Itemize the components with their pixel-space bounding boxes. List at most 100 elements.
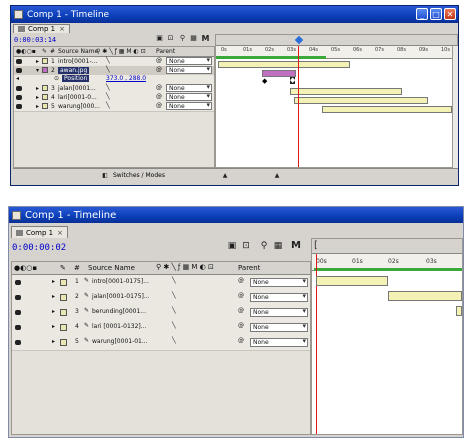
visibility-eye-icon[interactable] [16,59,22,64]
time-navigator-start-bracket[interactable]: [ [314,240,318,251]
expand-triangle-icon[interactable]: ▸ [36,94,39,101]
label-color-swatch[interactable] [42,85,48,91]
layer-name[interactable]: berunding[0001... [92,308,146,315]
frame-blend-icon[interactable]: ▦ [273,242,283,251]
expand-triangle-icon[interactable]: ▸ [36,58,39,65]
visibility-eye-icon[interactable] [15,295,21,300]
label-color-swatch[interactable] [60,294,67,301]
tab-close-icon[interactable]: × [59,25,65,33]
frame-blend-icon[interactable]: ▦ [189,34,198,43]
quality-icon[interactable]: ╲ [172,277,176,284]
current-time-display[interactable]: 0:00:03:14 [14,36,56,44]
expand-triangle-icon[interactable]: ▸ [36,85,39,92]
parent-dropdown[interactable]: None [250,307,308,317]
parent-dropdown[interactable]: None [166,101,212,110]
tab-comp-1[interactable]: Comp 1 × [13,24,70,33]
zoom-out-icon[interactable]: ▲ [221,171,229,180]
time-navigator[interactable] [312,239,462,254]
quality-icon[interactable]: ╲ [172,322,176,329]
visibility-eye-icon[interactable] [15,310,21,315]
layer-bar-2[interactable] [388,291,462,301]
layer-name[interactable]: intro[0001-... [58,58,97,65]
parent-dropdown[interactable]: None [166,65,212,74]
comp-marker-icon[interactable]: ▣ [155,34,164,43]
parent-dropdown[interactable]: None [166,83,212,92]
property-value[interactable]: 373.0 , 288.0 [106,75,146,82]
expand-triangle-icon[interactable]: ▸ [52,293,55,300]
expand-triangle-icon[interactable]: ▸ [36,103,39,110]
minimize-button[interactable]: _ [416,8,428,20]
layer-name[interactable]: lari[0001-0... [58,94,97,101]
keyframe-navigator-icon[interactable]: ◂ [16,75,19,82]
pickwhip-icon[interactable]: @ [238,292,244,299]
layer-name[interactable]: intro[0001-0175]... [92,278,149,285]
label-color-swatch[interactable] [42,103,48,109]
shy-icon[interactable]: ⚲ [178,34,187,43]
keyframe-marker-current[interactable]: ◆ [290,77,296,84]
vertical-scrollbar[interactable] [452,46,458,168]
parent-dropdown[interactable]: None [250,277,308,287]
quality-icon[interactable]: ╲ [106,66,110,73]
layer-row-5[interactable]: ▸ 5 ✎ warung[0001-01... ╲ @ None [12,335,310,351]
layer-row-3[interactable]: ▸ 3 ✎ berunding[0001... ╲ @ None [12,305,310,321]
expand-triangle-icon[interactable]: ▸ [52,323,55,330]
quality-icon[interactable]: ╲ [106,84,110,91]
header-source-name[interactable]: Source Name [58,48,98,55]
header-source-name[interactable]: Source Name [88,264,135,272]
layer-row-4[interactable]: ▸ 4 ✎ lari [0001-0132]... ╲ @ None [12,320,310,336]
visibility-eye-icon[interactable] [16,68,22,73]
layer-bar-4[interactable] [294,97,428,104]
layer-row-2[interactable]: ▸ 2 ✎ jalan[0001-0175]... ╲ @ None [12,290,310,306]
time-navigator[interactable] [216,35,457,46]
visibility-eye-icon[interactable] [16,86,22,91]
layer-bar-1[interactable] [316,276,388,286]
pickwhip-icon[interactable]: @ [238,307,244,314]
quality-icon[interactable]: ╲ [172,307,176,314]
shy-icon[interactable]: ⚲ [259,242,269,251]
visibility-eye-icon[interactable] [16,95,22,100]
motion-blur-icon[interactable]: M [290,241,302,251]
layer-bar-3[interactable] [456,306,462,316]
parent-dropdown[interactable]: None [250,337,308,347]
zoom-in-icon[interactable]: ▲ [273,171,281,180]
quality-icon[interactable]: ╲ [172,292,176,299]
visibility-eye-icon[interactable] [16,104,22,109]
label-color-swatch[interactable] [42,94,48,100]
stopwatch-icon[interactable]: ⊙ [54,75,59,82]
parent-dropdown[interactable]: None [166,56,212,65]
label-color-swatch[interactable] [60,309,67,316]
quality-icon[interactable]: ╲ [106,93,110,100]
pickwhip-icon[interactable]: @ [156,66,162,73]
expand-triangle-icon[interactable]: ▸ [52,278,55,285]
layer-row-1[interactable]: ▸ 1 ✎ intro[0001-0175]... ╲ @ None [12,275,310,291]
layer-name[interactable]: jalan[0001-0175]... [92,293,150,300]
pickwhip-icon[interactable]: @ [238,337,244,344]
tab-comp-1[interactable]: Comp 1 × [11,226,68,238]
maximize-button[interactable]: □ [430,8,442,20]
close-button[interactable]: ✕ [444,8,456,20]
switches-modes-toggle-icon[interactable]: ◧ [101,171,109,180]
lock-icon[interactable]: ⊡ [166,34,175,43]
header-parent[interactable]: Parent [238,264,260,272]
label-color-swatch[interactable] [60,279,67,286]
current-time-display[interactable]: 0:00:00:02 [12,243,66,253]
layer-name[interactable]: awan.jpg [58,67,90,74]
label-color-swatch[interactable] [60,339,67,346]
visibility-eye-icon[interactable] [15,340,21,345]
pickwhip-icon[interactable]: @ [156,102,162,109]
work-area-bar[interactable] [314,268,462,271]
layer-row-5[interactable]: ▸ 5 warung[000... ╲ @ None [14,101,214,112]
title-bar[interactable]: Comp 1 - Timeline _ □ ✕ [11,6,458,23]
quality-icon[interactable]: ╲ [106,102,110,109]
switches-modes-label[interactable]: Switches / Modes [113,172,165,179]
layer-bar-5[interactable] [322,106,452,113]
expand-triangle-icon[interactable]: ▸ [52,338,55,345]
visibility-eye-icon[interactable] [15,325,21,330]
parent-dropdown[interactable]: None [250,292,308,302]
quality-icon[interactable]: ╲ [106,57,110,64]
comp-marker-icon[interactable]: ▣ [227,242,237,251]
label-color-swatch[interactable] [42,67,48,73]
pickwhip-icon[interactable]: @ [238,277,244,284]
layer-name[interactable]: warung[0001-01... [92,338,148,345]
pickwhip-icon[interactable]: @ [156,93,162,100]
